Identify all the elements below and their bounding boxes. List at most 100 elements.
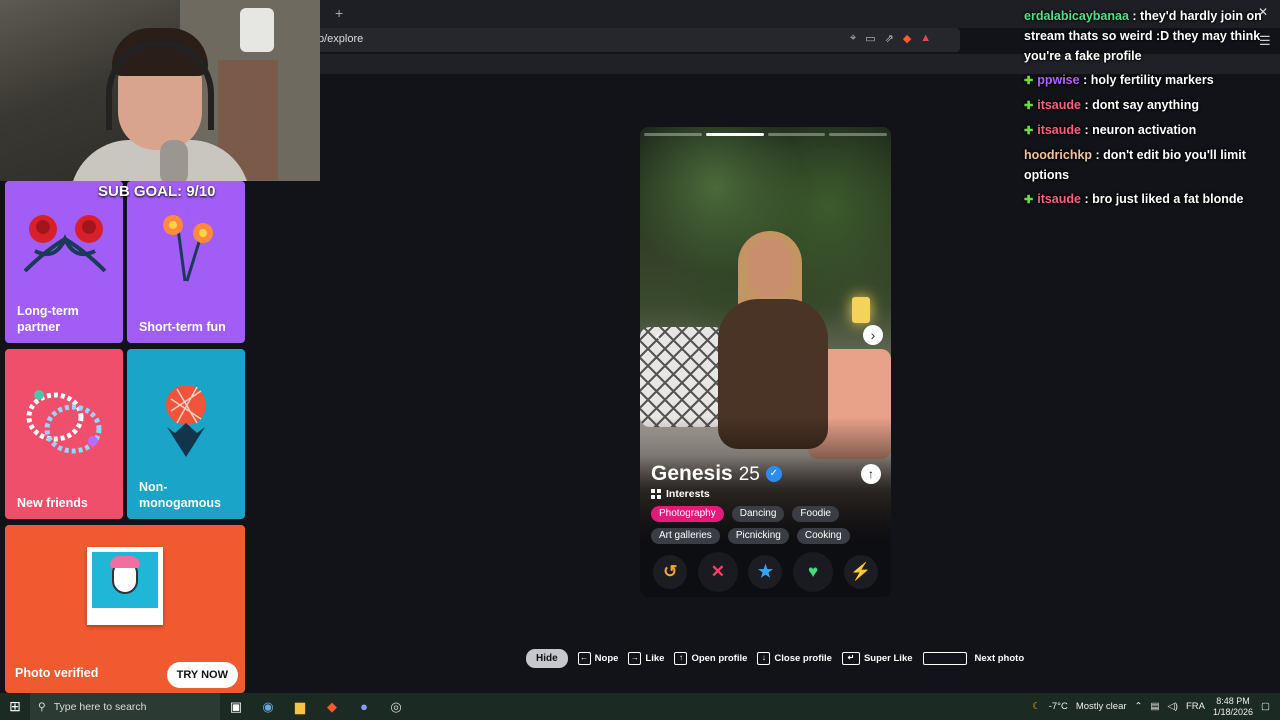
new-tab-button[interactable]: + [335, 5, 343, 21]
interest-chip: Foodie [792, 506, 839, 522]
cast-icon[interactable]: ▭ [865, 32, 875, 45]
right-arrow-key-icon: → [628, 652, 642, 665]
webcam-overlay [0, 0, 320, 181]
volume-icon[interactable]: ◁) [1167, 701, 1177, 712]
hide-shortcuts-button[interactable]: Hide [526, 649, 568, 668]
obs-icon[interactable]: ◎ [380, 699, 412, 715]
close-icon[interactable]: ✕ [1258, 5, 1268, 19]
windows-taskbar: ⊞ ⚲ Type here to search ▣ ◉ ▆ ◆ ● ◎ ☾ -7… [0, 693, 1280, 720]
clock-time: 8:48 PM [1216, 695, 1250, 706]
brave-rewards-icon[interactable]: ▲ [920, 32, 931, 45]
verified-photo-icon [87, 547, 163, 625]
chat-message: ✚ itsaude : bro just liked a fat blonde [1024, 189, 1274, 210]
tile-label: Non-monogamous [139, 480, 221, 510]
super-like-button[interactable]: ★ [748, 555, 783, 589]
hotkey-label: Next photo [974, 653, 1025, 664]
chat-text: : holy fertility markers [1079, 73, 1214, 87]
chevron-up-icon[interactable]: ⌃ [1135, 701, 1143, 712]
taskbar-search-placeholder: Type here to search [53, 700, 147, 713]
star-icon: ★ [757, 562, 774, 581]
boost-button[interactable]: ⚡ [843, 555, 878, 589]
photo-person-face [748, 239, 792, 297]
swipe-actions: ↺ ✕ ★ ♥ ⚡ [640, 552, 891, 592]
taskbar-search-box[interactable]: ⚲ Type here to search [30, 693, 220, 720]
down-arrow-key-icon: ↓ [757, 652, 771, 665]
chat-username[interactable]: itsaude [1037, 123, 1081, 137]
file-explorer-icon[interactable]: ▆ [284, 699, 316, 715]
chat-username[interactable]: ppwise [1037, 73, 1079, 87]
chat-username[interactable]: itsaude [1037, 192, 1081, 206]
photo-progress-bar[interactable] [644, 133, 702, 136]
tile-label: Photo verified [15, 666, 99, 680]
location-icon[interactable]: ⌖ [850, 32, 856, 45]
space-key-icon [922, 652, 967, 665]
weather-text[interactable]: Mostly clear [1076, 701, 1127, 712]
photo-progress-bar[interactable] [705, 133, 764, 136]
search-icon: ⚲ [38, 700, 46, 713]
network-icon[interactable]: ▤ [1151, 701, 1160, 712]
next-photo-icon[interactable]: › [863, 325, 883, 345]
chat-badge-icon: ✚ [1024, 125, 1034, 137]
chat-username[interactable]: hoodrichkp [1024, 148, 1092, 162]
chat-badge-icon: ✚ [1024, 194, 1034, 206]
chat-text: : dont say anything [1080, 98, 1200, 112]
chat-message: ✚ ppwise : holy fertility markers [1024, 70, 1274, 91]
clock-date: 1/18/2026 [1212, 706, 1254, 717]
hotkey-open-profile: ↑ Open profile [674, 652, 747, 665]
language-indicator[interactable]: FRA [1186, 701, 1205, 712]
previous-photo-icon[interactable]: ‹ [648, 325, 668, 345]
tile-photo-verified[interactable]: Photo verified TRY NOW [5, 525, 245, 693]
windows-start-icon[interactable]: ⊞ [0, 698, 30, 715]
chat-badge-icon: ✚ [1024, 100, 1034, 112]
hotkey-next-photo: Next photo [922, 652, 1025, 665]
try-now-button[interactable]: TRY NOW [166, 662, 238, 688]
interests-heading: Interests [651, 488, 710, 500]
discord-icon[interactable]: ● [348, 699, 380, 714]
chat-text: : neuron activation [1080, 123, 1197, 137]
tile-new-friends[interactable]: New friends [5, 349, 123, 519]
weather-temp[interactable]: -7°C [1049, 701, 1068, 712]
chat-message: ✚ itsaude : dont say anything [1024, 95, 1274, 116]
open-profile-arrow-icon[interactable]: ↑ [861, 464, 881, 484]
hotkey-label: Like [645, 653, 665, 664]
chat-message: hoodrichkp : don't edit bio you'll limit… [1024, 145, 1274, 185]
share-icon[interactable]: ⇗ [885, 32, 894, 45]
address-bar-url[interactable]: p/explore [318, 33, 363, 45]
photo-lamp [852, 297, 870, 323]
clock[interactable]: 8:48 PM 1/18/2026 [1213, 696, 1253, 718]
notifications-icon[interactable]: ▢ [1261, 701, 1270, 712]
left-arrow-key-icon: ← [577, 652, 591, 665]
tile-short-term-fun[interactable]: Short-term fun [127, 181, 245, 343]
system-tray: ☾ -7°C Mostly clear ⌃ ▤ ◁) FRA 8:48 PM 1… [1032, 693, 1270, 720]
tile-label: Short-term fun [139, 320, 226, 334]
close-x-icon: ✕ [710, 562, 726, 581]
profile-card[interactable]: ‹ › Genesis 25 ✓ ↑ Interests Photography… [640, 127, 891, 597]
verified-photo-bg [92, 552, 158, 608]
copilot-icon[interactable]: ◉ [252, 699, 284, 715]
hotkey-close-profile: ↓ Close profile [757, 652, 832, 665]
task-view-icon[interactable]: ▣ [220, 699, 252, 715]
friendship-bracelets-icon [26, 390, 102, 454]
photo-progress-bar[interactable] [767, 133, 826, 136]
photo-progress-bar[interactable] [829, 133, 887, 136]
like-button[interactable]: ♥ [793, 552, 834, 592]
browser-menu-icon[interactable]: ☰ [1259, 33, 1271, 49]
brave-browser-icon[interactable]: ◆ [316, 699, 348, 715]
tile-non-monogamous[interactable]: Non-monogamous [127, 349, 245, 519]
rewind-icon: ↺ [663, 562, 678, 581]
chat-username[interactable]: erdalabicaybanaa [1024, 9, 1129, 23]
tile-long-term-partner[interactable]: Long-term partner [5, 181, 123, 343]
up-arrow-key-icon: ↑ [674, 652, 688, 665]
hotkey-label: Nope [594, 653, 619, 664]
screen: + p/explore ⌖ ▭ ⇗ ◆ ▲ Long-term partner [0, 0, 1280, 720]
chat-badge-icon: ✚ [1024, 75, 1034, 87]
brave-shield-icon[interactable]: ◆ [903, 32, 911, 45]
interest-chip: Art galleries [651, 528, 720, 544]
chat-username[interactable]: itsaude [1037, 98, 1081, 112]
enter-key-icon: ↵ [841, 652, 860, 665]
profile-name: Genesis [651, 462, 733, 485]
interest-chip: Photography [651, 506, 724, 522]
rewind-button[interactable]: ↺ [653, 555, 688, 589]
hair-icon [110, 556, 140, 568]
nope-button[interactable]: ✕ [697, 552, 738, 592]
